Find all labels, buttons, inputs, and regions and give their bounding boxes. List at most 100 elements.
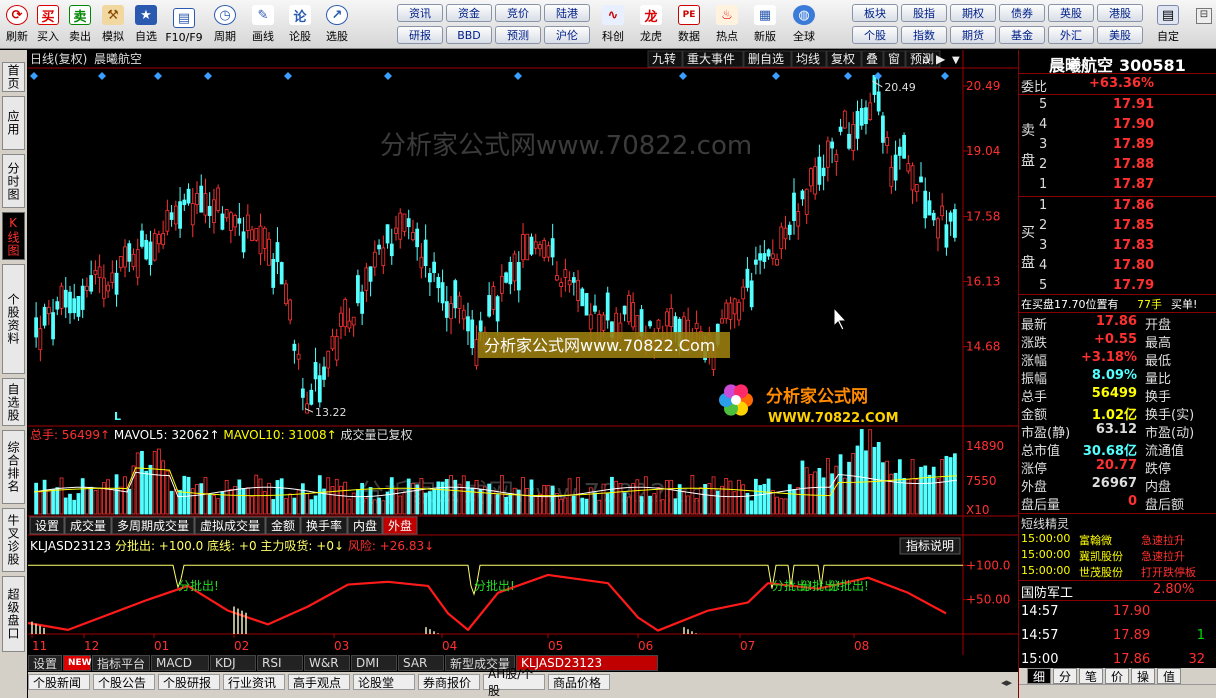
buy-level-row[interactable]: 1 17.86 bbox=[1019, 198, 1209, 216]
market-tab-指数[interactable]: 指数 bbox=[901, 26, 947, 44]
chart-button-4[interactable]: 复权 bbox=[826, 50, 862, 68]
quick-tab-资讯[interactable]: 资讯 bbox=[397, 4, 443, 22]
news-tab-7[interactable]: AH股/个股 bbox=[483, 667, 545, 698]
nav-tab-0[interactable]: 首页 bbox=[2, 62, 25, 92]
quote-footer-tab-3[interactable]: 价 bbox=[1105, 668, 1129, 684]
market-tab-英股[interactable]: 英股 bbox=[1048, 4, 1094, 22]
kline-chart-area[interactable]: 日线(复权) 晨曦航空 九转 重大事件 删自选 均线 复权叠窗预测 ⌂ ▶ ▼ 20.49 19.04… bbox=[27, 50, 1018, 655]
indicator-tab-8[interactable]: SAR bbox=[398, 655, 444, 671]
quote-footer-tab-0[interactable]: 细 bbox=[1027, 668, 1051, 684]
quote-footer-tab-1[interactable]: 分 bbox=[1053, 668, 1077, 684]
kechuang-button[interactable]: ∿ 科创 bbox=[594, 2, 632, 46]
chart-button-0[interactable]: 九转 bbox=[647, 50, 683, 68]
clock-button[interactable]: ◷ 周期 bbox=[206, 2, 244, 46]
dropdown-icon[interactable]: ▼ bbox=[952, 55, 960, 66]
pending-order-button[interactable]: 买单! bbox=[1171, 296, 1197, 312]
sell-level-row[interactable]: 3 17.89 bbox=[1019, 137, 1209, 155]
window-icon[interactable]: ⌂ bbox=[922, 52, 930, 66]
nav-tab-5[interactable]: 自选股 bbox=[2, 378, 25, 426]
chart-button-1[interactable]: 重大事件 bbox=[682, 50, 744, 68]
quote-footer-tab-4[interactable]: 操 bbox=[1131, 668, 1155, 684]
buy-level-row[interactable]: 3 17.83 bbox=[1019, 238, 1209, 256]
news-tab-2[interactable]: 个股研报 bbox=[158, 674, 220, 690]
discuss-button[interactable]: 论论股 bbox=[282, 2, 318, 46]
volume-tab-3[interactable]: 虚拟成交量 bbox=[194, 516, 266, 535]
quick-tab-沪伦[interactable]: 沪伦 bbox=[544, 26, 590, 44]
chart-button-2[interactable]: 删自选 bbox=[743, 50, 792, 68]
chart-button-3[interactable]: 均线 bbox=[791, 50, 827, 68]
quick-tab-竞价[interactable]: 竞价 bbox=[495, 4, 541, 22]
sell-level-row[interactable]: 5 17.91 bbox=[1019, 97, 1209, 115]
market-tab-债券[interactable]: 债券 bbox=[999, 4, 1045, 22]
indicator-tab-1[interactable]: NEW bbox=[63, 655, 92, 671]
indicator-help-button[interactable]: 指标说明 bbox=[899, 537, 961, 555]
pe-button[interactable]: PE 数据 bbox=[670, 2, 708, 46]
globe-button[interactable]: ◍ 全球 bbox=[784, 2, 824, 46]
nav-tab-4[interactable]: 个股资料 bbox=[2, 264, 25, 374]
play-icon[interactable]: ▶ bbox=[936, 52, 946, 66]
market-tab-个股[interactable]: 个股 bbox=[852, 26, 898, 44]
quick-tab-资金[interactable]: 资金 bbox=[446, 4, 492, 22]
chart-button-5[interactable]: 叠 bbox=[861, 50, 884, 68]
news-tab-1[interactable]: 个股公告 bbox=[93, 674, 155, 690]
volume-tab-2[interactable]: 多周期成交量 bbox=[111, 516, 195, 535]
volume-tab-5[interactable]: 换手率 bbox=[300, 516, 348, 535]
volume-tab-0[interactable]: 设置 bbox=[29, 516, 65, 535]
indicator-tab-2[interactable]: 指标平台 bbox=[92, 655, 150, 671]
indicator-tab-4[interactable]: KDJ bbox=[210, 655, 256, 671]
market-tab-外汇[interactable]: 外汇 bbox=[1048, 26, 1094, 44]
market-tab-板块[interactable]: 板块 bbox=[852, 4, 898, 22]
nav-tab-1[interactable]: 应用 bbox=[2, 96, 25, 150]
indicator-tab-7[interactable]: DMI bbox=[351, 655, 397, 671]
pencil-button[interactable]: ✎ 画线 bbox=[244, 2, 282, 46]
refresh-button[interactable]: ⟳ 刷新 bbox=[2, 2, 32, 46]
market-tab-期货[interactable]: 期货 bbox=[950, 26, 996, 44]
market-tab-美股[interactable]: 美股 bbox=[1097, 26, 1143, 44]
news-tab-8[interactable]: 商品价格 bbox=[548, 674, 610, 690]
buy-level-row[interactable]: 2 17.85 bbox=[1019, 218, 1209, 236]
hot-button[interactable]: ♨ 热点 bbox=[708, 2, 746, 46]
volume-tab-7[interactable]: 外盘 bbox=[382, 516, 418, 535]
news-tab-4[interactable]: 高手观点 bbox=[288, 674, 350, 690]
sell-level-row[interactable]: 2 17.88 bbox=[1019, 157, 1209, 175]
sell-button[interactable]: 卖卖出 bbox=[64, 2, 96, 46]
news-scroll-icon[interactable]: ◂▸ bbox=[1001, 676, 1012, 689]
news-tab-5[interactable]: 论股堂 bbox=[353, 674, 415, 690]
volume-tab-4[interactable]: 金额 bbox=[265, 516, 301, 535]
buy-level-row[interactable]: 4 17.80 bbox=[1019, 258, 1209, 276]
indicator-tab-6[interactable]: W&R bbox=[304, 655, 350, 671]
quick-tab-陆港[interactable]: 陆港 bbox=[544, 4, 590, 22]
gavel-button[interactable]: ⚒ 模拟 bbox=[96, 2, 130, 46]
toolbar-expand-icon[interactable]: ⊟ bbox=[1196, 8, 1212, 24]
scrollbar[interactable] bbox=[1019, 684, 1216, 698]
nav-tab-2[interactable]: 分时图 bbox=[2, 154, 25, 208]
market-tab-期权[interactable]: 期权 bbox=[950, 4, 996, 22]
indicator-tab-3[interactable]: MACD bbox=[151, 655, 209, 671]
nav-tab-7[interactable]: 牛叉诊股 bbox=[2, 508, 25, 572]
buy-button[interactable]: 买买入 bbox=[32, 2, 64, 46]
nav-tab-6[interactable]: 综合排名 bbox=[2, 430, 25, 504]
sell-level-row[interactable]: 4 17.90 bbox=[1019, 117, 1209, 135]
sector-row[interactable]: 国防军工 2.80% bbox=[1019, 582, 1209, 601]
new-button[interactable]: ▦ 新版 bbox=[746, 2, 784, 46]
news-tab-6[interactable]: 券商报价 bbox=[418, 674, 480, 690]
quote-footer-tab-5[interactable]: 值 bbox=[1157, 668, 1181, 684]
news-tab-3[interactable]: 行业资讯 bbox=[223, 674, 285, 690]
f10-button[interactable]: ▤ F10/F9 bbox=[162, 2, 206, 46]
dragon-button[interactable]: 龙龙虎 bbox=[632, 2, 670, 46]
indicator-tab-5[interactable]: RSI bbox=[257, 655, 303, 671]
select-button[interactable]: ↗ 选股 bbox=[318, 2, 356, 46]
quick-tab-BBD[interactable]: BBD bbox=[446, 26, 492, 44]
volume-tab-1[interactable]: 成交量 bbox=[64, 516, 112, 535]
volume-tab-6[interactable]: 内盘 bbox=[347, 516, 383, 535]
market-tab-股指[interactable]: 股指 bbox=[901, 4, 947, 22]
quote-footer-tab-2[interactable]: 笔 bbox=[1079, 668, 1103, 684]
market-tab-港股[interactable]: 港股 bbox=[1097, 4, 1143, 22]
market-tab-基金[interactable]: 基金 bbox=[999, 26, 1045, 44]
nav-tab-3[interactable]: K线图 bbox=[2, 212, 25, 260]
quick-tab-研报[interactable]: 研报 bbox=[397, 26, 443, 44]
custom-button[interactable]: ▤ 自定 bbox=[1150, 2, 1186, 46]
quick-tab-预测[interactable]: 预测 bbox=[495, 26, 541, 44]
star-button[interactable]: ★ 自选 bbox=[130, 2, 162, 46]
indicator-tab-0[interactable]: 设置 bbox=[28, 655, 62, 671]
